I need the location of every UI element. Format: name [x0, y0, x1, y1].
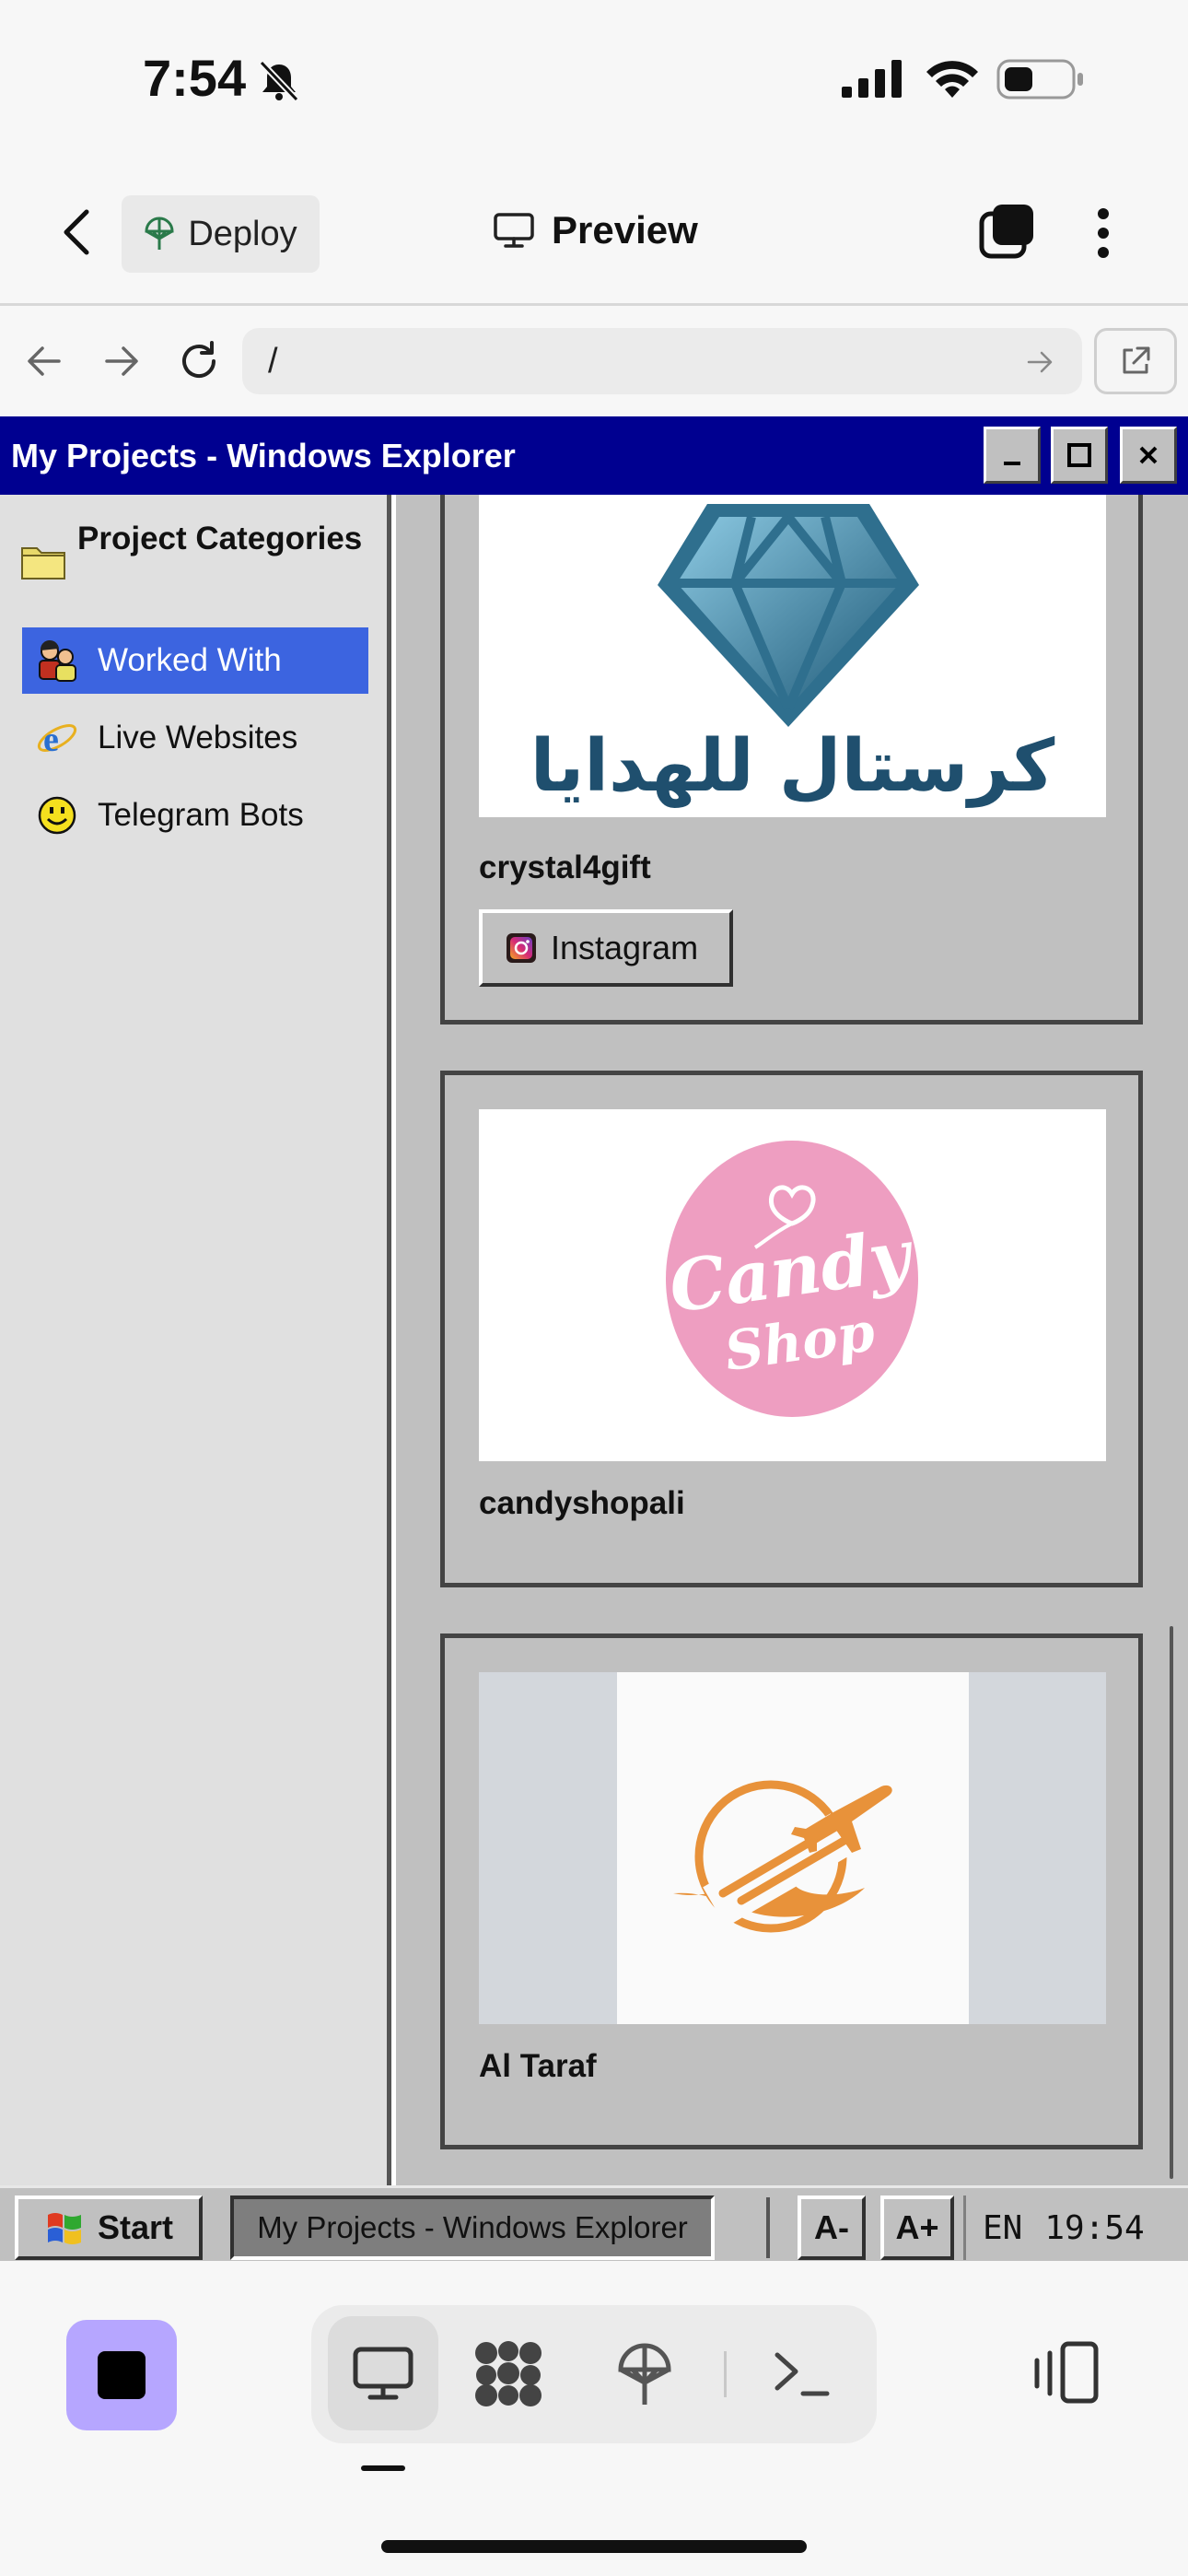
minimize-icon — [1004, 462, 1020, 465]
plane-wave-logo-icon — [673, 1780, 892, 1933]
sidebar-item-label: Worked With — [98, 642, 282, 678]
instagram-label: Instagram — [551, 929, 699, 966]
font-larger-button[interactable]: A+ — [880, 2195, 954, 2260]
font-larger-label: A+ — [895, 2208, 939, 2246]
go-arrow-icon[interactable] — [1027, 350, 1054, 374]
url-input[interactable]: / — [242, 328, 1082, 394]
internet-explorer-icon: e — [37, 720, 77, 759]
maximize-icon — [1067, 443, 1091, 467]
window-titlebar: My Projects - Windows Explorer — [0, 416, 1188, 495]
deploy-globe-icon[interactable] — [615, 2342, 674, 2408]
project-name: crystal4gift — [479, 849, 651, 885]
start-button[interactable]: Start — [15, 2195, 203, 2260]
system-tray: EN 19:54 — [963, 2195, 1188, 2260]
project-card-al-taraf: Al Taraf — [440, 1633, 1143, 2149]
preview-tab[interactable]: Preview — [493, 208, 698, 252]
instagram-button[interactable]: Instagram — [479, 909, 733, 987]
active-tab-indicator — [361, 2465, 405, 2471]
project-card-crystal4gift: كرستال للهدايا crystal4gift Instagram — [440, 495, 1143, 1025]
stop-icon — [98, 2351, 146, 2399]
status-time: 7:54 — [143, 49, 247, 107]
category-sidebar: Project Categories Worked With e Live We… — [0, 495, 391, 2185]
folder-icon — [21, 547, 65, 580]
open-external-button[interactable] — [1094, 328, 1177, 394]
url-text: / — [268, 342, 278, 381]
diamond-logo-icon — [658, 504, 919, 727]
font-smaller-button[interactable]: A- — [798, 2195, 866, 2260]
deploy-label: Deploy — [188, 214, 297, 253]
tabs-icon[interactable] — [978, 203, 1037, 262]
desktop-view-tab[interactable] — [328, 2316, 438, 2430]
smiley-icon — [38, 796, 76, 835]
app-bar: Deploy Preview — [0, 157, 1188, 306]
people-icon — [39, 639, 76, 682]
project-name: candyshopali — [479, 1485, 685, 1521]
device-orientation-icon[interactable] — [1031, 2340, 1101, 2406]
nav-forward-arrow-icon[interactable] — [103, 345, 140, 378]
sidebar-item-label: Live Websites — [98, 720, 298, 755]
project-card-candyshopali: Candy Shop candyshopali — [440, 1071, 1143, 1587]
taskbar-window-button[interactable]: My Projects - Windows Explorer — [230, 2195, 715, 2260]
minimize-button[interactable] — [984, 427, 1041, 484]
view-switcher — [311, 2305, 877, 2443]
sidebar-item-label: Telegram Bots — [98, 797, 304, 833]
taskbar-divider — [766, 2197, 770, 2258]
components-icon[interactable] — [472, 2338, 545, 2408]
close-icon — [1139, 446, 1158, 464]
cellular-signal-icon — [842, 60, 902, 98]
preview-label: Preview — [552, 208, 698, 252]
font-smaller-label: A- — [814, 2208, 849, 2246]
nav-back-arrow-icon[interactable] — [26, 345, 63, 378]
language-indicator[interactable]: EN — [983, 2209, 1022, 2247]
project-logo: Candy Shop — [479, 1109, 1106, 1461]
home-indicator — [381, 2540, 807, 2553]
url-bar: / — [0, 306, 1188, 416]
status-bar: 7:54 — [0, 0, 1188, 157]
bell-muted-icon — [259, 61, 299, 101]
svg-text:e: e — [43, 720, 59, 759]
reload-icon[interactable] — [177, 339, 221, 383]
start-label: Start — [97, 2208, 174, 2246]
instagram-icon — [507, 933, 536, 963]
sidebar-item-live-websites[interactable]: e Live Websites — [22, 705, 368, 771]
sidebar-item-telegram-bots[interactable]: Telegram Bots — [22, 782, 368, 849]
sidebar-item-worked-with[interactable]: Worked With — [22, 627, 368, 694]
switcher-divider — [724, 2351, 727, 2397]
taskbar: Start My Projects - Windows Explorer A- … — [0, 2185, 1188, 2261]
close-button[interactable] — [1120, 427, 1177, 484]
deploy-button[interactable]: Deploy — [122, 195, 320, 273]
bottom-toolbar — [0, 2261, 1188, 2576]
terminal-icon[interactable] — [772, 2346, 831, 2401]
stop-button[interactable] — [66, 2320, 177, 2430]
candy-shop-logo-icon: Candy Shop — [664, 1141, 919, 1417]
monitor-icon — [494, 213, 534, 248]
battery-icon — [996, 59, 1083, 100]
deploy-icon — [145, 217, 174, 250]
project-name: Al Taraf — [479, 2048, 597, 2084]
windows-logo-icon — [47, 2213, 81, 2244]
sidebar-heading: Project Categories — [77, 521, 363, 556]
content-scrollbar[interactable] — [1170, 1626, 1173, 2179]
wifi-icon — [926, 61, 978, 98]
window-title: My Projects - Windows Explorer — [11, 437, 516, 474]
more-options-icon[interactable] — [1092, 206, 1114, 260]
external-link-icon — [1123, 346, 1150, 374]
projects-grid: كرستال للهدايا crystal4gift Instagram Ca… — [396, 495, 1188, 2185]
taskbar-window-label: My Projects - Windows Explorer — [257, 2210, 688, 2244]
project-logo: كرستال للهدايا — [479, 495, 1106, 817]
back-chevron-icon[interactable] — [59, 208, 96, 256]
logo-arabic-text: كرستال للهدايا — [530, 725, 1055, 808]
desktop-icon — [353, 2347, 413, 2400]
taskbar-clock: 19:54 — [1044, 2208, 1145, 2247]
maximize-button[interactable] — [1051, 427, 1108, 484]
project-logo — [479, 1672, 1106, 2024]
